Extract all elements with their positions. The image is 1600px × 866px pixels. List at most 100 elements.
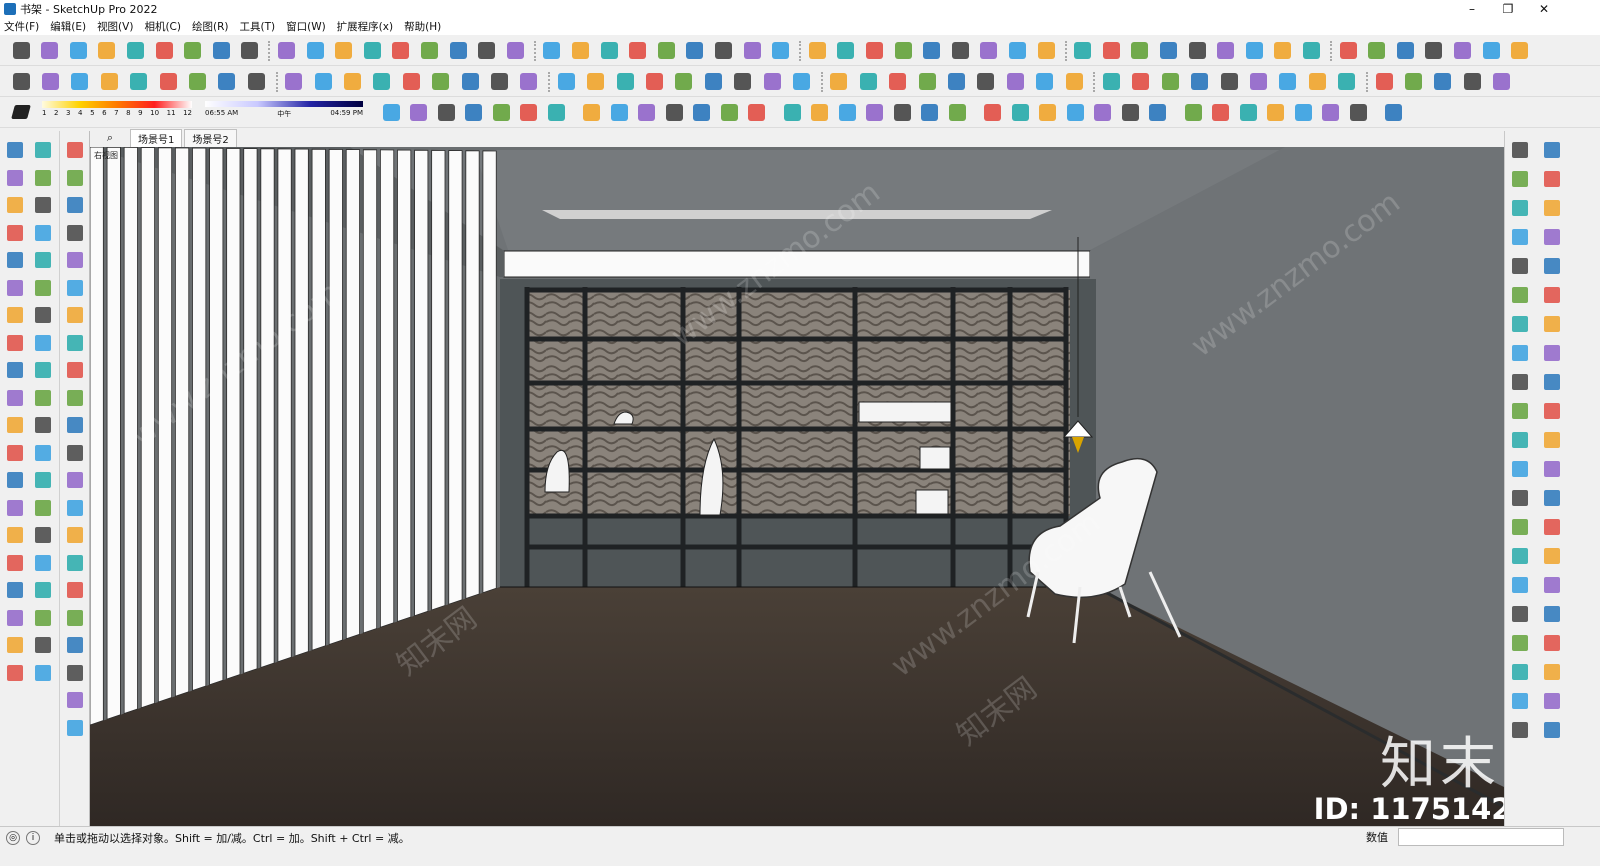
component-icon[interactable]	[39, 71, 61, 92]
styles-icon[interactable]	[4, 662, 26, 684]
section-icon[interactable]	[1210, 102, 1232, 123]
layer-icon[interactable]	[64, 167, 86, 189]
layer-icon[interactable]	[157, 71, 179, 92]
view-icon[interactable]	[1306, 71, 1328, 92]
protractor-icon[interactable]	[4, 469, 26, 491]
component-icon[interactable]	[761, 71, 783, 92]
layer-icon[interactable]	[1147, 102, 1169, 123]
view-icon[interactable]	[1092, 102, 1114, 123]
polygon-icon[interactable]	[32, 277, 54, 299]
style-icon[interactable]	[1300, 40, 1322, 61]
tool-icon[interactable]	[545, 102, 567, 123]
section-icon[interactable]	[1189, 71, 1211, 92]
extension-icon[interactable]	[1159, 71, 1181, 92]
section-icon[interactable]	[459, 71, 481, 92]
view-icon[interactable]	[636, 102, 658, 123]
pie-icon[interactable]	[32, 304, 54, 326]
style-icon[interactable]	[1541, 400, 1563, 422]
menu-view[interactable]: 视图(V)	[97, 19, 133, 34]
component-icon[interactable]	[64, 717, 86, 739]
component-icon[interactable]	[64, 497, 86, 519]
plugin-icon[interactable]	[1064, 102, 1086, 123]
view-icon[interactable]	[585, 71, 607, 92]
layer-icon[interactable]	[627, 40, 649, 61]
text-icon[interactable]	[32, 469, 54, 491]
component-icon[interactable]	[1509, 487, 1531, 509]
layer-icon[interactable]	[64, 607, 86, 629]
zoom-extents-icon[interactable]	[4, 552, 26, 574]
style-icon[interactable]	[663, 102, 685, 123]
style-icon[interactable]	[835, 40, 857, 61]
tool-icon[interactable]	[64, 689, 86, 711]
menu-camera[interactable]: 相机(C)	[144, 19, 181, 34]
three-point-arc-icon[interactable]	[32, 332, 54, 354]
circle-icon[interactable]	[4, 277, 26, 299]
extension-icon[interactable]	[916, 71, 938, 92]
style-icon[interactable]	[1336, 71, 1358, 92]
tool-icon[interactable]	[64, 249, 86, 271]
plugin-icon[interactable]	[1243, 40, 1265, 61]
layer-icon[interactable]	[1130, 71, 1152, 92]
axes-icon[interactable]	[4, 497, 26, 519]
tool-icon[interactable]	[1461, 71, 1483, 92]
style-icon[interactable]	[371, 71, 393, 92]
extension-icon[interactable]	[418, 40, 440, 61]
extension-icon[interactable]	[1541, 661, 1563, 683]
view-icon[interactable]	[1509, 400, 1531, 422]
extension-icon[interactable]	[946, 102, 968, 123]
view-icon[interactable]	[864, 102, 886, 123]
layer-icon[interactable]	[643, 71, 665, 92]
search-icon[interactable]: ⌕	[90, 131, 130, 145]
section-icon[interactable]	[1394, 40, 1416, 61]
style-icon[interactable]	[857, 71, 879, 92]
section-icon[interactable]	[64, 442, 86, 464]
section-icon[interactable]	[702, 71, 724, 92]
view-icon[interactable]	[64, 332, 86, 354]
view-icon[interactable]	[341, 71, 363, 92]
tool-icon[interactable]	[1541, 226, 1563, 248]
component-icon[interactable]	[275, 40, 297, 61]
layer-icon[interactable]	[1383, 102, 1405, 123]
tool-icon[interactable]	[10, 71, 32, 92]
tool-icon[interactable]	[712, 40, 734, 61]
maximize-button[interactable]: ❐	[1491, 0, 1525, 18]
layer-icon[interactable]	[390, 40, 412, 61]
style-icon[interactable]	[1541, 632, 1563, 654]
tool-icon[interactable]	[239, 40, 261, 61]
menu-extensions[interactable]: 扩展程序(x)	[337, 19, 393, 34]
layer-icon[interactable]	[1509, 197, 1531, 219]
view-icon[interactable]	[1320, 102, 1342, 123]
zoom-icon[interactable]	[4, 524, 26, 546]
layer-icon[interactable]	[1100, 40, 1122, 61]
info-icon[interactable]: i	[26, 830, 40, 845]
toolbar-grip[interactable]	[820, 72, 824, 92]
tab-scene-1[interactable]: 场景号1	[130, 129, 183, 147]
layer-icon[interactable]	[1337, 40, 1359, 61]
view-icon[interactable]	[806, 40, 828, 61]
line-icon[interactable]	[4, 222, 26, 244]
section-icon[interactable]	[216, 71, 238, 92]
component-icon[interactable]	[1509, 719, 1531, 741]
extension-icon[interactable]	[1541, 429, 1563, 451]
menu-tools[interactable]: 工具(T)	[239, 19, 275, 34]
view-icon[interactable]	[1272, 40, 1294, 61]
shadow-month-slider[interactable]: 1 2 3 4 5 6 7 8 9 10 11 12	[42, 101, 192, 121]
extension-icon[interactable]	[64, 194, 86, 216]
style-icon[interactable]	[64, 579, 86, 601]
shadow-toggle-icon[interactable]	[10, 102, 32, 122]
plugin-icon[interactable]	[541, 40, 563, 61]
component-icon[interactable]	[504, 40, 526, 61]
plugin-icon[interactable]	[64, 524, 86, 546]
tool-icon[interactable]	[476, 40, 498, 61]
component-icon[interactable]	[4, 194, 26, 216]
offset-icon[interactable]	[32, 414, 54, 436]
two-point-arc-icon[interactable]	[4, 332, 26, 354]
style-icon[interactable]	[1541, 168, 1563, 190]
tab-scene-2[interactable]: 场景号2	[184, 129, 237, 147]
tool-icon[interactable]	[1009, 102, 1031, 123]
layer-icon[interactable]	[1509, 313, 1531, 335]
toolbar-grip[interactable]	[1366, 72, 1369, 92]
tape-measure-icon[interactable]	[4, 442, 26, 464]
component-icon[interactable]	[283, 71, 305, 92]
menu-draw[interactable]: 绘图(R)	[192, 19, 229, 34]
